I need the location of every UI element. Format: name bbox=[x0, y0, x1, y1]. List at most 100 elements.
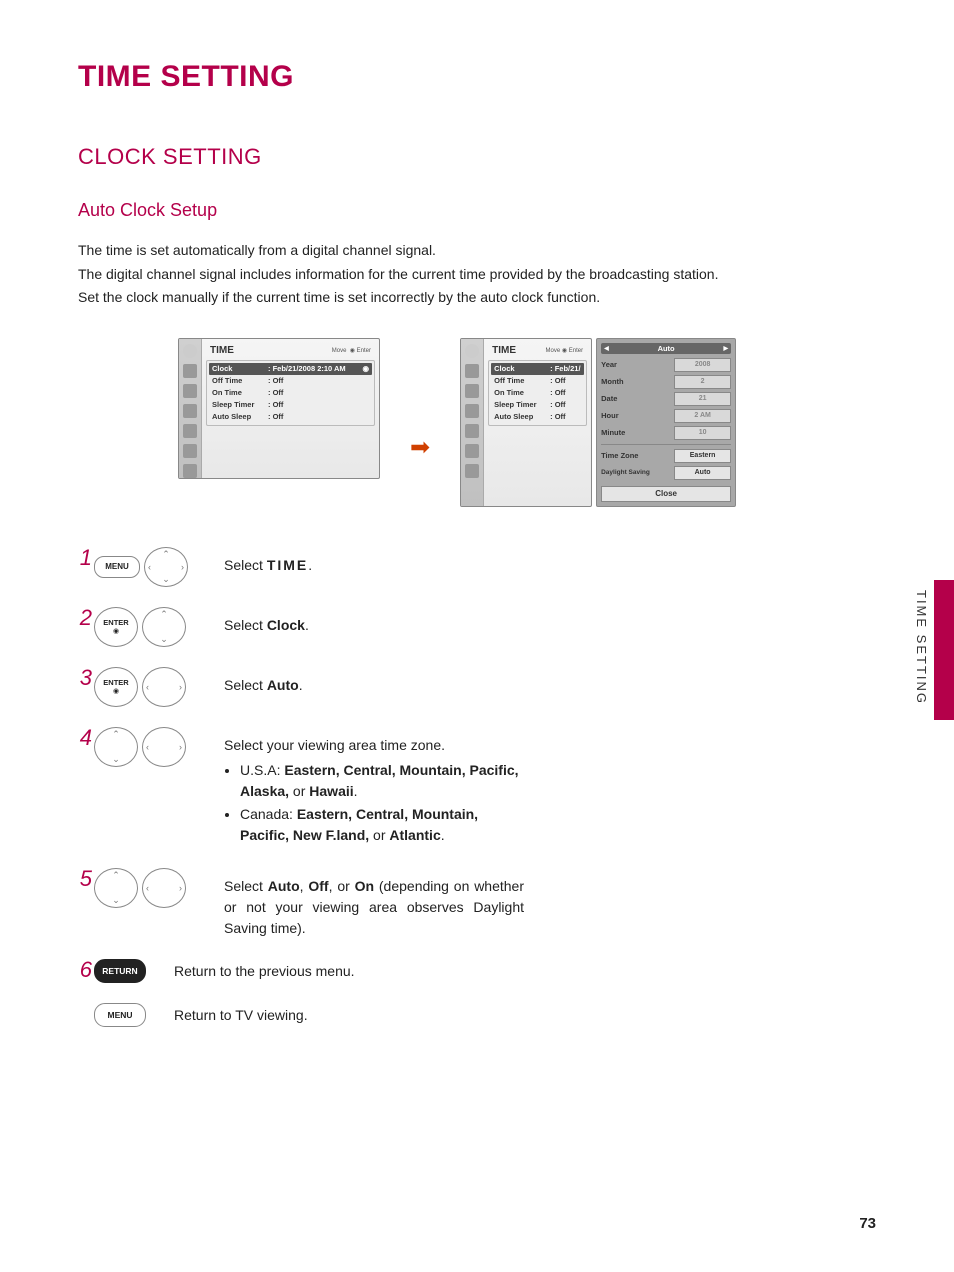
step-number: 2 bbox=[78, 607, 92, 629]
panel-title: TIME bbox=[492, 345, 516, 356]
side-tab-marker bbox=[934, 580, 954, 720]
nav-hints: Move ◉ Enter bbox=[546, 347, 584, 354]
menu-icon bbox=[465, 384, 479, 398]
triangle-right-icon: ▶ bbox=[723, 345, 728, 352]
step-text: Select Auto. bbox=[224, 667, 524, 696]
chevron-right-icon: › bbox=[179, 883, 182, 893]
chevron-right-icon: › bbox=[179, 682, 182, 692]
page-number: 73 bbox=[859, 1215, 876, 1232]
close-button[interactable]: Close bbox=[601, 486, 731, 502]
tz-canada: Canada: Eastern, Central, Mountain, Paci… bbox=[240, 804, 524, 846]
step-6: 6 RETURN Return to the previous menu. bbox=[78, 959, 876, 983]
field-date[interactable]: Date21 bbox=[601, 392, 731, 406]
chevron-up-icon: ⌃ bbox=[162, 549, 170, 560]
osd-sidebar bbox=[461, 339, 484, 506]
step-menu: MENU Return to TV viewing. bbox=[78, 1003, 876, 1027]
dpad-leftright-icon[interactable]: ‹ › bbox=[142, 667, 186, 707]
intro-line-1: The time is set automatically from a dig… bbox=[78, 241, 876, 261]
field-month[interactable]: Month2 bbox=[601, 375, 731, 389]
section-title: CLOCK SETTING bbox=[78, 144, 876, 170]
menu-icon bbox=[183, 364, 197, 378]
dpad-leftright-icon[interactable]: ‹ › bbox=[142, 727, 186, 767]
step-text: Select TIME. bbox=[224, 547, 524, 576]
triangle-left-icon: ◀ bbox=[604, 345, 609, 352]
menu-row-ontime[interactable]: On Time: Off bbox=[491, 387, 584, 399]
intro-line-3: Set the clock manually if the current ti… bbox=[78, 288, 876, 308]
menu-icon bbox=[183, 444, 197, 458]
chevron-left-icon: ‹ bbox=[146, 742, 149, 752]
field-hour[interactable]: Hour2 AM bbox=[601, 409, 731, 423]
step-number: 5 bbox=[78, 868, 92, 890]
menu-row-sleeptimer[interactable]: Sleep Timer: Off bbox=[209, 399, 372, 411]
chevron-up-icon: ⌃ bbox=[112, 729, 120, 740]
step-text: Return to the previous menu. bbox=[174, 959, 474, 982]
chevron-left-icon: ‹ bbox=[146, 883, 149, 893]
nav-hints: Move ◉ Enter bbox=[332, 347, 371, 354]
tz-usa: U.S.A: Eastern, Central, Mountain, Pacif… bbox=[240, 760, 524, 802]
screenshots-row: TIME Move ◉ Enter Clock : Feb/21/2008 2:… bbox=[178, 338, 876, 507]
menu-list: Clock : Feb/21/2008 2:10 AM ◉ Off Time: … bbox=[206, 360, 375, 426]
field-daylight-saving[interactable]: Daylight SavingAuto bbox=[601, 466, 731, 480]
chevron-right-icon: › bbox=[181, 562, 184, 572]
step-2: 2 ENTER◉ ⌃ ⌄ Select Clock. bbox=[78, 607, 876, 647]
arrow-right-icon: ➡ bbox=[410, 433, 430, 462]
subsection-title: Auto Clock Setup bbox=[78, 200, 876, 221]
clock-icon bbox=[465, 344, 479, 358]
step-text: Select your viewing area time zone. U.S.… bbox=[224, 727, 524, 848]
chevron-down-icon: ⌄ bbox=[112, 754, 120, 765]
enter-button[interactable]: ENTER◉ bbox=[94, 607, 138, 647]
menu-icon bbox=[465, 364, 479, 378]
step-1: 1 MENU ⌃ ⌄ ‹ › Select TIME. bbox=[78, 547, 876, 587]
step-text: Select Auto, Off, or On (depending on wh… bbox=[224, 868, 524, 939]
field-minute[interactable]: Minute10 bbox=[601, 426, 731, 440]
intro-text: The time is set automatically from a dig… bbox=[78, 241, 876, 308]
osd-screen-after: TIME Move ◉ Enter Clock: Feb/21/ Off Tim… bbox=[460, 338, 592, 507]
menu-icon bbox=[465, 444, 479, 458]
menu-row-clock[interactable]: Clock: Feb/21/ bbox=[491, 363, 584, 375]
osd-screen-before: TIME Move ◉ Enter Clock : Feb/21/2008 2:… bbox=[178, 338, 380, 479]
dpad-updown-icon[interactable]: ⌃ ⌄ bbox=[94, 868, 138, 908]
step-5: 5 ⌃ ⌄ ‹ › Select Auto, Off, or On (depen… bbox=[78, 868, 876, 939]
step-number: 1 bbox=[78, 547, 92, 569]
menu-icon bbox=[183, 404, 197, 418]
chevron-right-icon: › bbox=[179, 742, 182, 752]
step-number: 4 bbox=[78, 727, 92, 749]
menu-row-offtime[interactable]: Off Time: Off bbox=[209, 375, 372, 387]
dpad-updown-icon[interactable]: ⌃ ⌄ bbox=[94, 727, 138, 767]
dpad-icon[interactable]: ⌃ ⌄ ‹ › bbox=[144, 547, 188, 587]
return-button[interactable]: RETURN bbox=[94, 959, 146, 983]
chevron-up-icon: ⌃ bbox=[160, 609, 168, 620]
step-4: 4 ⌃ ⌄ ‹ › Select your viewing area time … bbox=[78, 727, 876, 848]
menu-icon bbox=[183, 384, 197, 398]
field-timezone[interactable]: Time ZoneEastern bbox=[601, 449, 731, 463]
side-tab-label: TIME SETTING bbox=[914, 590, 929, 705]
menu-row-sleeptimer[interactable]: Sleep Timer: Off bbox=[491, 399, 584, 411]
chevron-down-icon: ⌄ bbox=[162, 574, 170, 585]
osd-screen-after-group: TIME Move ◉ Enter Clock: Feb/21/ Off Tim… bbox=[460, 338, 736, 507]
menu-row-offtime[interactable]: Off Time: Off bbox=[491, 375, 584, 387]
page: TIME SETTING CLOCK SETTING Auto Clock Se… bbox=[0, 0, 954, 1272]
menu-row-clock[interactable]: Clock : Feb/21/2008 2:10 AM ◉ bbox=[209, 363, 372, 375]
menu-row-autosleep[interactable]: Auto Sleep: Off bbox=[209, 411, 372, 423]
dpad-leftright-icon[interactable]: ‹ › bbox=[142, 868, 186, 908]
enter-button[interactable]: ENTER◉ bbox=[94, 667, 138, 707]
steps-list: 1 MENU ⌃ ⌄ ‹ › Select TIME. 2 bbox=[78, 547, 876, 1027]
step-text: Return to TV viewing. bbox=[174, 1003, 474, 1026]
auto-selector[interactable]: ◀ Auto ▶ bbox=[601, 343, 731, 354]
chevron-left-icon: ‹ bbox=[148, 562, 151, 572]
osd-sidebar bbox=[179, 339, 202, 478]
clock-detail-panel: ◀ Auto ▶ Year2008 Month2 Date21 Hour2 AM… bbox=[596, 338, 736, 507]
menu-icon bbox=[465, 424, 479, 438]
menu-button[interactable]: MENU bbox=[94, 556, 140, 578]
menu-icon bbox=[183, 464, 197, 478]
menu-button[interactable]: MENU bbox=[94, 1003, 146, 1027]
panel-title: TIME bbox=[210, 345, 234, 356]
menu-row-ontime[interactable]: On Time: Off bbox=[209, 387, 372, 399]
step-number: 6 bbox=[78, 959, 92, 981]
dpad-updown-icon[interactable]: ⌃ ⌄ bbox=[142, 607, 186, 647]
chevron-down-icon: ⌄ bbox=[112, 895, 120, 906]
field-year[interactable]: Year2008 bbox=[601, 358, 731, 372]
step-number: 3 bbox=[78, 667, 92, 689]
menu-row-autosleep[interactable]: Auto Sleep: Off bbox=[491, 411, 584, 423]
chevron-down-icon: ⌄ bbox=[160, 634, 168, 645]
